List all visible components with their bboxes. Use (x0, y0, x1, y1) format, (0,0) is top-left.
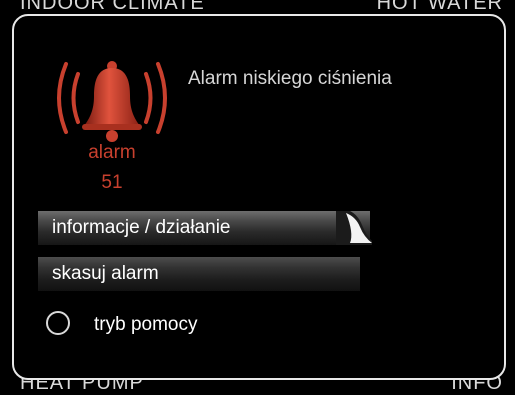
tab-indoor-climate: INDOOR CLIMATE (20, 0, 205, 14)
menu-item-info-action[interactable]: informacje / działanie (38, 211, 372, 245)
bell-icon (57, 61, 167, 142)
radio-circle-icon[interactable] (46, 311, 70, 335)
alarm-dialog: alarm 51 Alarm niskiego ciśnienia (12, 14, 506, 380)
menu-item-label: skasuj alarm (52, 263, 159, 284)
tab-hot-water: HOT WATER (376, 0, 503, 14)
help-mode-label: tryb pomocy (94, 314, 198, 335)
page-fold-icon (336, 211, 372, 245)
alarm-code: 51 (101, 172, 123, 193)
menu-item-reset-alarm[interactable]: skasuj alarm (38, 257, 360, 291)
alarm-label: alarm (88, 142, 136, 163)
alarm-title: Alarm niskiego ciśnienia (188, 68, 392, 89)
menu-item-label: informacje / działanie (52, 217, 231, 238)
